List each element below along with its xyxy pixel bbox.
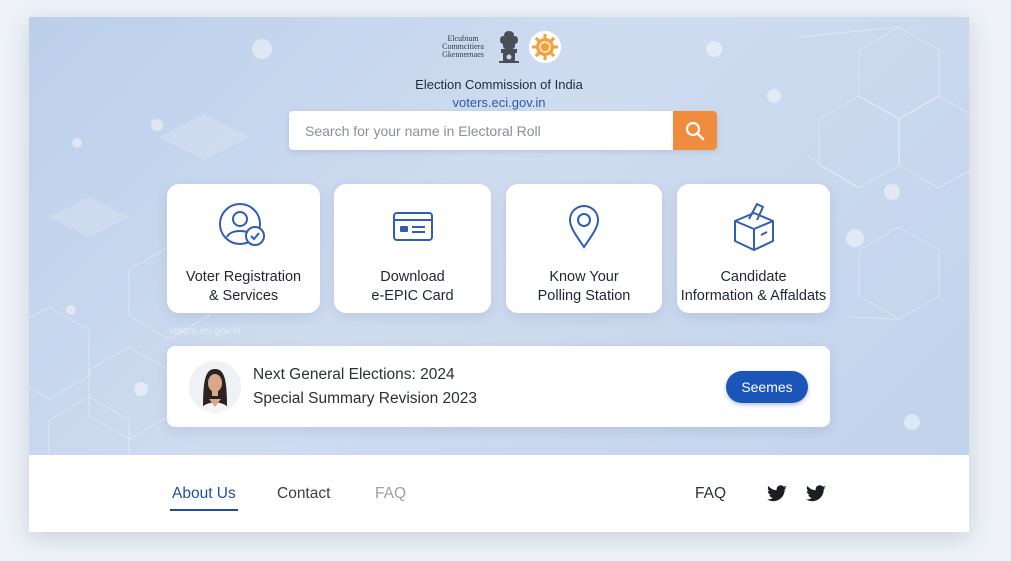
app-window: Elcubium Commcitiera Gkennernaes Electio…: [29, 17, 969, 532]
service-card-voter-registration[interactable]: Voter Registration & Services: [167, 184, 320, 313]
search-button[interactable]: [673, 111, 717, 150]
footer: About Us Contact FAQ FAQ: [29, 455, 969, 532]
ballot-box-icon: [733, 203, 774, 251]
footer-link-contact[interactable]: Contact: [277, 485, 330, 503]
footer-link-faq-right[interactable]: FAQ: [695, 485, 726, 503]
notice-headline: Next General Elections: 2024: [253, 366, 455, 383]
twitter-icon[interactable]: [805, 485, 827, 503]
search-icon: [685, 121, 705, 140]
person-avatar-icon: [189, 361, 241, 413]
logo-text: Elcubium Commcitiera Gkennernaes: [442, 34, 484, 59]
service-label: Candidate Information & Affaldats: [680, 269, 827, 304]
location-pin-icon: [568, 205, 600, 249]
search-bar: [289, 111, 717, 150]
search-input[interactable]: [289, 111, 673, 150]
site-title: Election Commission of India: [415, 77, 583, 92]
watermark-url: voters.eci.gov.in: [169, 326, 241, 337]
twitter-icon[interactable]: [766, 485, 788, 503]
service-card-candidate-info[interactable]: Candidate Information & Affaldats: [677, 184, 830, 313]
notice-button[interactable]: Seemes: [726, 371, 808, 403]
hero-section: Elcubium Commcitiera Gkennernaes Electio…: [29, 17, 969, 455]
footer-link-about-us[interactable]: About Us: [170, 485, 238, 511]
id-card-icon: [392, 212, 433, 241]
footer-link-faq[interactable]: FAQ: [375, 485, 406, 503]
notice-banner: Next General Elections: 2024 Special Sum…: [167, 346, 830, 427]
eci-seal-icon: [529, 31, 561, 63]
site-url[interactable]: voters.eci.gov.in: [29, 95, 969, 110]
logo-row: Elcubium Commcitiera Gkennernaes: [29, 27, 969, 67]
service-label: Know Your Polling Station: [537, 269, 631, 304]
avatar: [189, 361, 241, 413]
brand-header: Elcubium Commcitiera Gkennernaes Electio…: [29, 27, 969, 110]
user-check-icon: [218, 203, 265, 246]
service-card-download-epic[interactable]: Download e-EPIC Card: [334, 184, 491, 313]
notice-subline: Special Summary Revision 2023: [253, 390, 477, 407]
service-card-polling-station[interactable]: Know Your Polling Station: [506, 184, 662, 313]
service-label: Voter Registration & Services: [185, 269, 302, 304]
service-label: Download e-EPIC Card: [371, 269, 454, 304]
national-emblem-icon: [499, 31, 519, 63]
